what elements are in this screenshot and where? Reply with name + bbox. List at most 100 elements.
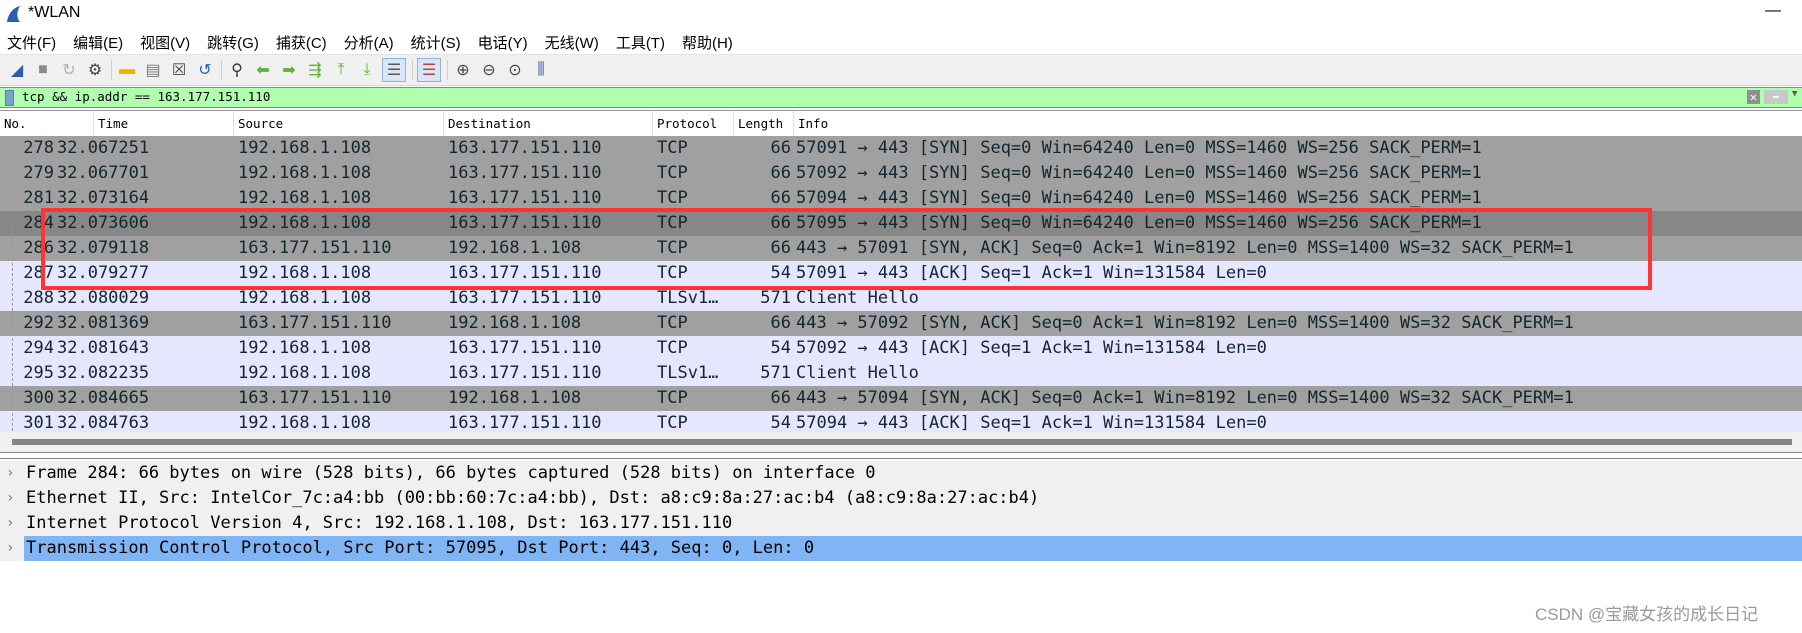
column-header-time[interactable]: Time	[94, 111, 234, 137]
scrollbar-thumb[interactable]	[12, 439, 1792, 445]
display-filter-bar: tcp && ip.addr == 163.177.151.110 ✕ ➡ ▼	[0, 87, 1802, 108]
wireshark-logo-icon	[7, 6, 20, 22]
title-bar: *WLAN —	[0, 0, 1802, 28]
menu-item[interactable]: 电话(Y)	[471, 30, 535, 54]
packet-src: 163.177.151.110	[238, 313, 392, 333]
packet-proto: TCP	[657, 413, 688, 432]
packet-no: 300	[23, 388, 54, 408]
detail-tree-item[interactable]: › Internet Protocol Version 4, Src: 192.1…	[0, 511, 1802, 536]
packet-info: Client Hello	[796, 363, 919, 383]
detail-tree-item[interactable]: › Ethernet II, Src: IntelCor_7c:a4:bb (00…	[0, 486, 1802, 511]
reload-file-icon[interactable]: ↺	[194, 59, 216, 81]
clear-icon[interactable]: ✕	[1747, 90, 1760, 104]
detail-tree-item[interactable]: › Transmission Control Protocol, Src Port…	[0, 536, 1802, 561]
packet-row[interactable]: 292 32.081369 163.177.151.110 192.168.1.108…	[0, 311, 1802, 336]
column-header-destination[interactable]: Destination	[444, 111, 653, 137]
first-packet-icon[interactable]: ⤒	[330, 59, 352, 81]
packet-row[interactable]: 295 32.082235 192.168.1.108 163.177.151.110…	[0, 361, 1802, 386]
open-file-icon[interactable]: ▬	[116, 59, 138, 81]
packet-no: 301	[23, 413, 54, 432]
chevron-right-icon[interactable]: ›	[6, 536, 14, 561]
packet-row[interactable]: 294 32.081643 192.168.1.108 163.177.151.110…	[0, 336, 1802, 361]
packet-list-header: No. Time Source Destination Protocol Len…	[0, 110, 1802, 137]
packet-time: 32.067251	[57, 138, 150, 158]
menu-item[interactable]: 捕获(C)	[269, 30, 334, 54]
menu-item[interactable]: 跳转(G)	[200, 30, 266, 54]
chevron-down-icon[interactable]: ▼	[1792, 89, 1797, 99]
packet-proto: TCP	[657, 163, 688, 183]
packet-row[interactable]: 301 32.084763 192.168.1.108 163.177.151.110…	[0, 411, 1802, 432]
horizontal-scrollbar[interactable]	[0, 432, 1802, 453]
toolbar-separator	[221, 60, 222, 80]
packet-proto: TCP	[657, 338, 688, 358]
column-header-info[interactable]: Info	[794, 111, 1802, 137]
autoscroll-icon[interactable]: ☰	[382, 58, 406, 82]
menu-item[interactable]: 无线(W)	[538, 30, 606, 54]
menu-item[interactable]: 视图(V)	[133, 30, 197, 54]
column-header-source[interactable]: Source	[234, 111, 444, 137]
packet-len: 66	[770, 138, 791, 158]
packet-proto: TCP	[657, 313, 688, 333]
packet-info: 57092 → 443 [ACK] Seq=1 Ack=1 Win=131584…	[796, 338, 1267, 358]
display-filter-input[interactable]: tcp && ip.addr == 163.177.151.110	[22, 89, 270, 104]
menu-item[interactable]: 统计(S)	[404, 30, 468, 54]
go-back-icon[interactable]: ⬅	[252, 59, 274, 81]
packet-proto: TCP	[657, 138, 688, 158]
chevron-right-icon[interactable]: ›	[6, 461, 14, 486]
detail-text: Frame 284: 66 bytes on wire (528 bits), …	[26, 463, 876, 483]
menu-item[interactable]: 文件(F)	[0, 30, 63, 54]
menu-item[interactable]: 编辑(E)	[66, 30, 130, 54]
find-packet-icon[interactable]: ⚲	[226, 59, 248, 81]
last-packet-icon[interactable]: ⤓	[356, 59, 378, 81]
chevron-right-icon[interactable]: ›	[6, 486, 14, 511]
zoom-out-icon[interactable]: ⊖	[478, 59, 500, 81]
packet-time: 32.084763	[57, 413, 150, 432]
packet-no: 278	[23, 138, 54, 158]
packet-len: 66	[770, 388, 791, 408]
save-file-icon[interactable]: ▤	[142, 59, 164, 81]
menu-item[interactable]: 工具(T)	[609, 30, 672, 54]
packet-dst: 163.177.151.110	[448, 413, 602, 432]
packet-dst: 163.177.151.110	[448, 138, 602, 158]
go-forward-icon[interactable]: ➡	[278, 59, 300, 81]
packet-no: 294	[23, 338, 54, 358]
capture-options-icon[interactable]: ⚙	[84, 59, 106, 81]
zoom-normal-icon[interactable]: ⊙	[504, 59, 526, 81]
chevron-right-icon[interactable]: ›	[6, 511, 14, 536]
close-file-icon[interactable]: ☒	[168, 59, 190, 81]
menu-item[interactable]: 帮助(H)	[675, 30, 740, 54]
packet-proto: TCP	[657, 388, 688, 408]
packet-dst: 192.168.1.108	[448, 388, 582, 408]
main-toolbar: ◢ ■ ↻ ⚙ ▬ ▤ ☒ ↺ ⚲ ⬅ ➡ ⇶ ⤒ ⤓ ☰ ☰ ⊕ ⊖ ⊙ ⫼	[0, 54, 1802, 86]
packet-src: 192.168.1.108	[238, 163, 372, 183]
start-capture-icon[interactable]: ◢	[6, 59, 28, 81]
packet-time: 32.081643	[57, 338, 150, 358]
colorize-icon[interactable]: ☰	[417, 58, 441, 82]
packet-row[interactable]: 279 32.067701 192.168.1.108 163.177.151.110…	[0, 161, 1802, 186]
resize-columns-icon[interactable]: ⫼	[530, 59, 552, 81]
menu-bar: 文件(F) 编辑(E) 视图(V) 跳转(G) 捕获(C) 分析(A) 统计(S) 电话(Y)…	[0, 30, 1802, 54]
column-header-protocol[interactable]: Protocol	[653, 111, 734, 137]
restart-capture-icon[interactable]: ↻	[58, 59, 80, 81]
packet-src: 192.168.1.108	[238, 363, 372, 383]
packet-src: 192.168.1.108	[238, 413, 372, 432]
menu-item[interactable]: 分析(A)	[337, 30, 401, 54]
go-to-packet-icon[interactable]: ⇶	[304, 59, 326, 81]
detail-tree-item[interactable]: › Frame 284: 66 bytes on wire (528 bits),…	[0, 461, 1802, 486]
packet-time: 32.082235	[57, 363, 150, 383]
minimize-button[interactable]: —	[1758, 2, 1788, 24]
column-header-no[interactable]: No.	[0, 111, 94, 137]
packet-time: 32.067701	[57, 163, 150, 183]
packet-time: 32.081369	[57, 313, 150, 333]
packet-row[interactable]: 300 32.084665 163.177.151.110 192.168.1.108…	[0, 386, 1802, 411]
column-header-length[interactable]: Length	[734, 111, 794, 137]
bookmark-icon[interactable]	[5, 90, 14, 106]
packet-len: 54	[770, 413, 791, 432]
arrow-right-icon[interactable]: ➡	[1764, 90, 1788, 104]
stop-capture-icon[interactable]: ■	[32, 59, 54, 81]
toolbar-separator	[447, 60, 448, 80]
packet-info: 57091 → 443 [SYN] Seq=0 Win=64240 Len=0 …	[796, 138, 1482, 158]
zoom-in-icon[interactable]: ⊕	[452, 59, 474, 81]
packet-src: 163.177.151.110	[238, 388, 392, 408]
packet-row[interactable]: 278 32.067251 192.168.1.108 163.177.151.110…	[0, 136, 1802, 161]
